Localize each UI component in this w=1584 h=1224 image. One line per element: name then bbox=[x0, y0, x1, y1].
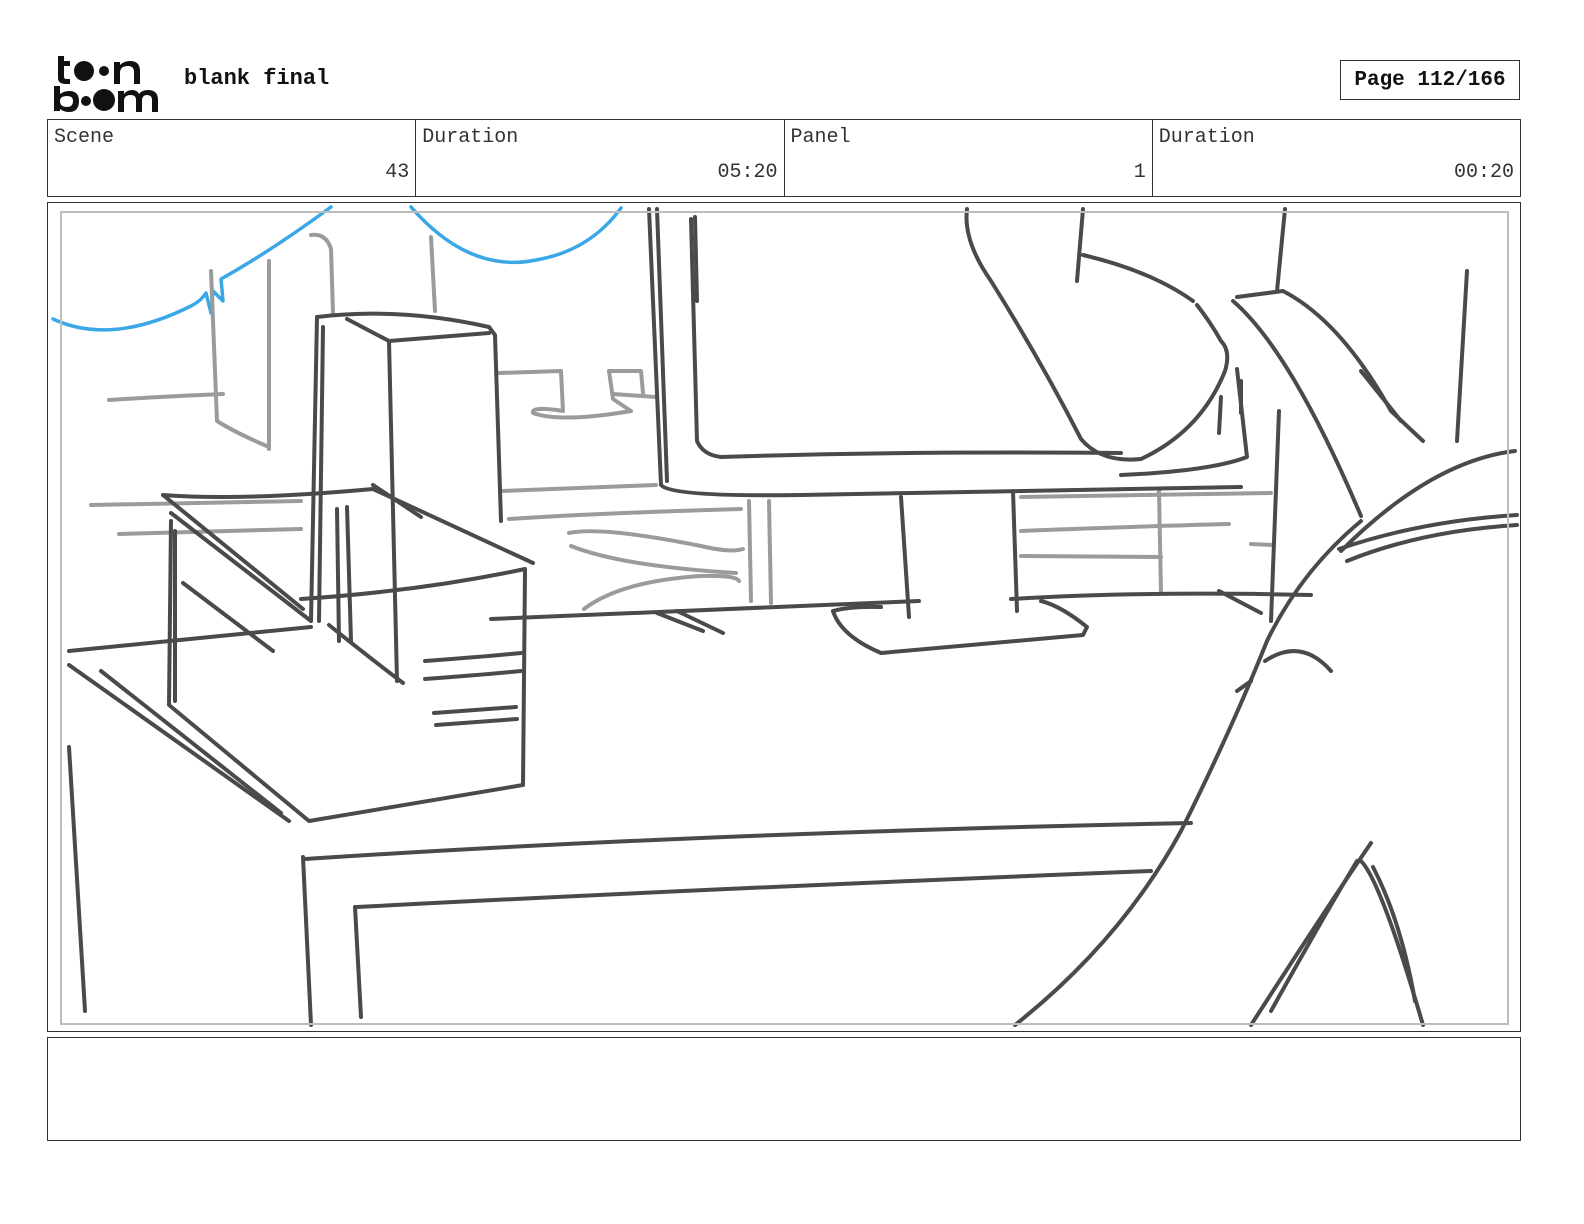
scene-duration-cell: Duration 05:20 bbox=[416, 120, 785, 196]
background-strokes bbox=[89, 232, 1275, 611]
panel-value: 1 bbox=[1133, 161, 1146, 184]
panel-cell: Panel 1 bbox=[785, 120, 1153, 196]
scene-info-table: Scene 43 Duration 05:20 Panel 1 Duration… bbox=[47, 119, 1521, 197]
blue-outline-stroke bbox=[51, 205, 623, 332]
toon-boom-logo bbox=[52, 50, 164, 114]
panel-label: Panel bbox=[790, 126, 851, 149]
panel-duration-label: Duration bbox=[1158, 126, 1255, 149]
panel-duration-cell: Duration 00:20 bbox=[1153, 120, 1520, 196]
panel-duration-value: 00:20 bbox=[1453, 161, 1514, 184]
scene-duration-label: Duration bbox=[422, 126, 519, 149]
scene-duration-value: 05:20 bbox=[717, 161, 778, 184]
storyboard-panel bbox=[47, 202, 1521, 1032]
page-indicator: Page 112/166 bbox=[1340, 60, 1520, 100]
panel-notes-box[interactable] bbox=[47, 1037, 1521, 1141]
panel-sketch bbox=[51, 205, 1519, 1027]
project-title: blank final bbox=[184, 66, 330, 91]
scene-cell: Scene 43 bbox=[48, 120, 417, 196]
scene-label: Scene bbox=[54, 126, 115, 149]
scene-value: 43 bbox=[385, 161, 410, 184]
main-strokes bbox=[67, 207, 1519, 1027]
